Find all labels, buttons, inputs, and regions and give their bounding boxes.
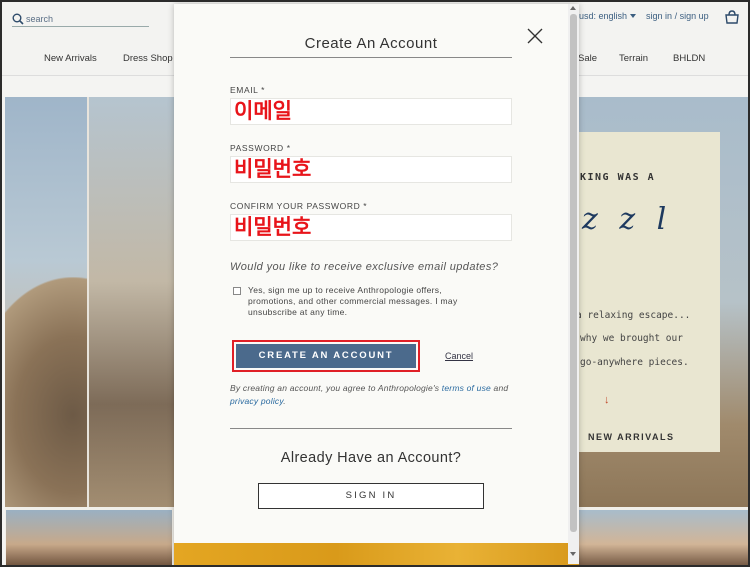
product-image[interactable] [578, 510, 748, 565]
title-divider [230, 57, 512, 58]
terms-prefix: By creating an account, you agree to Ant… [230, 383, 442, 393]
product-image[interactable] [6, 510, 172, 565]
promo-line: go-anywhere pieces. [580, 357, 689, 368]
search-icon [12, 13, 24, 25]
terms-mid: and [490, 383, 509, 393]
terms-suffix: . [283, 396, 286, 406]
create-account-modal: Create An Account EMAIL * 이메일 PASSWORD *… [174, 4, 579, 565]
optin-checkbox[interactable] [233, 287, 241, 295]
promo-heading: KING WAS A [580, 172, 656, 183]
utility-links: usd: english sign in / sign up [579, 11, 709, 21]
terms-link[interactable]: terms of use [442, 383, 491, 393]
nav-bhldn[interactable]: BHLDN [673, 53, 705, 64]
scroll-down-icon[interactable] [570, 552, 576, 556]
nav-new-arrivals[interactable]: New Arrivals [44, 53, 97, 64]
nav-terrain[interactable]: Terrain [619, 53, 648, 64]
optin-question: Would you like to receive exclusive emai… [230, 261, 499, 273]
scroll-thumb[interactable] [570, 14, 577, 532]
modal-scrollbar[interactable] [568, 4, 579, 564]
currency-label: usd: english [579, 11, 628, 21]
promo-line: a relaxing escape... [576, 310, 691, 321]
search-placeholder: search [26, 13, 54, 24]
search-field[interactable]: search [12, 11, 149, 27]
email-label: EMAIL * [230, 85, 266, 95]
privacy-link[interactable]: privacy policy [230, 396, 283, 406]
cancel-link[interactable]: Cancel [445, 351, 473, 361]
chevron-down-icon [630, 14, 637, 18]
promo-panel: KING WAS A z z l a relaxing escape... wh… [576, 132, 720, 452]
hero-photo-strip [87, 97, 177, 507]
promo-script: z z l [582, 202, 673, 237]
password-label: PASSWORD * [230, 143, 291, 153]
section-divider [230, 428, 512, 429]
confirm-password-label: CONFIRM YOUR PASSWORD * [230, 201, 368, 211]
create-account-button[interactable]: CREATE AN ACCOUNT [236, 344, 416, 368]
currency-selector[interactable]: usd: english [579, 11, 637, 21]
arrow-down-icon: ↓ [604, 394, 610, 406]
password-field[interactable]: 비밀번호 [230, 156, 512, 183]
shopping-bag-icon[interactable] [724, 10, 740, 29]
optin-text: Yes, sign me up to receive Anthropologie… [248, 285, 458, 317]
sign-in-button[interactable]: SIGN IN [258, 483, 484, 509]
scroll-up-icon[interactable] [570, 6, 576, 10]
nav-sale[interactable]: Sale [578, 53, 597, 64]
confirm-password-field[interactable]: 비밀번호 [230, 214, 512, 241]
browser-viewport: search usd: english sign in / sign up Ne… [0, 0, 750, 567]
close-icon[interactable] [525, 26, 545, 46]
sign-in-link[interactable]: sign in / sign up [646, 11, 709, 21]
promo-line: why we brought our [580, 333, 683, 344]
promo-cta[interactable]: NEW ARRIVALS [588, 432, 675, 442]
terms-text: By creating an account, you agree to Ant… [230, 382, 512, 408]
modal-title: Create An Account [304, 35, 438, 52]
signin-heading: Already Have an Account? [280, 450, 462, 466]
nav-dress-shop[interactable]: Dress Shop [123, 53, 173, 64]
email-field[interactable]: 이메일 [230, 98, 512, 125]
decorative-band [174, 543, 579, 565]
